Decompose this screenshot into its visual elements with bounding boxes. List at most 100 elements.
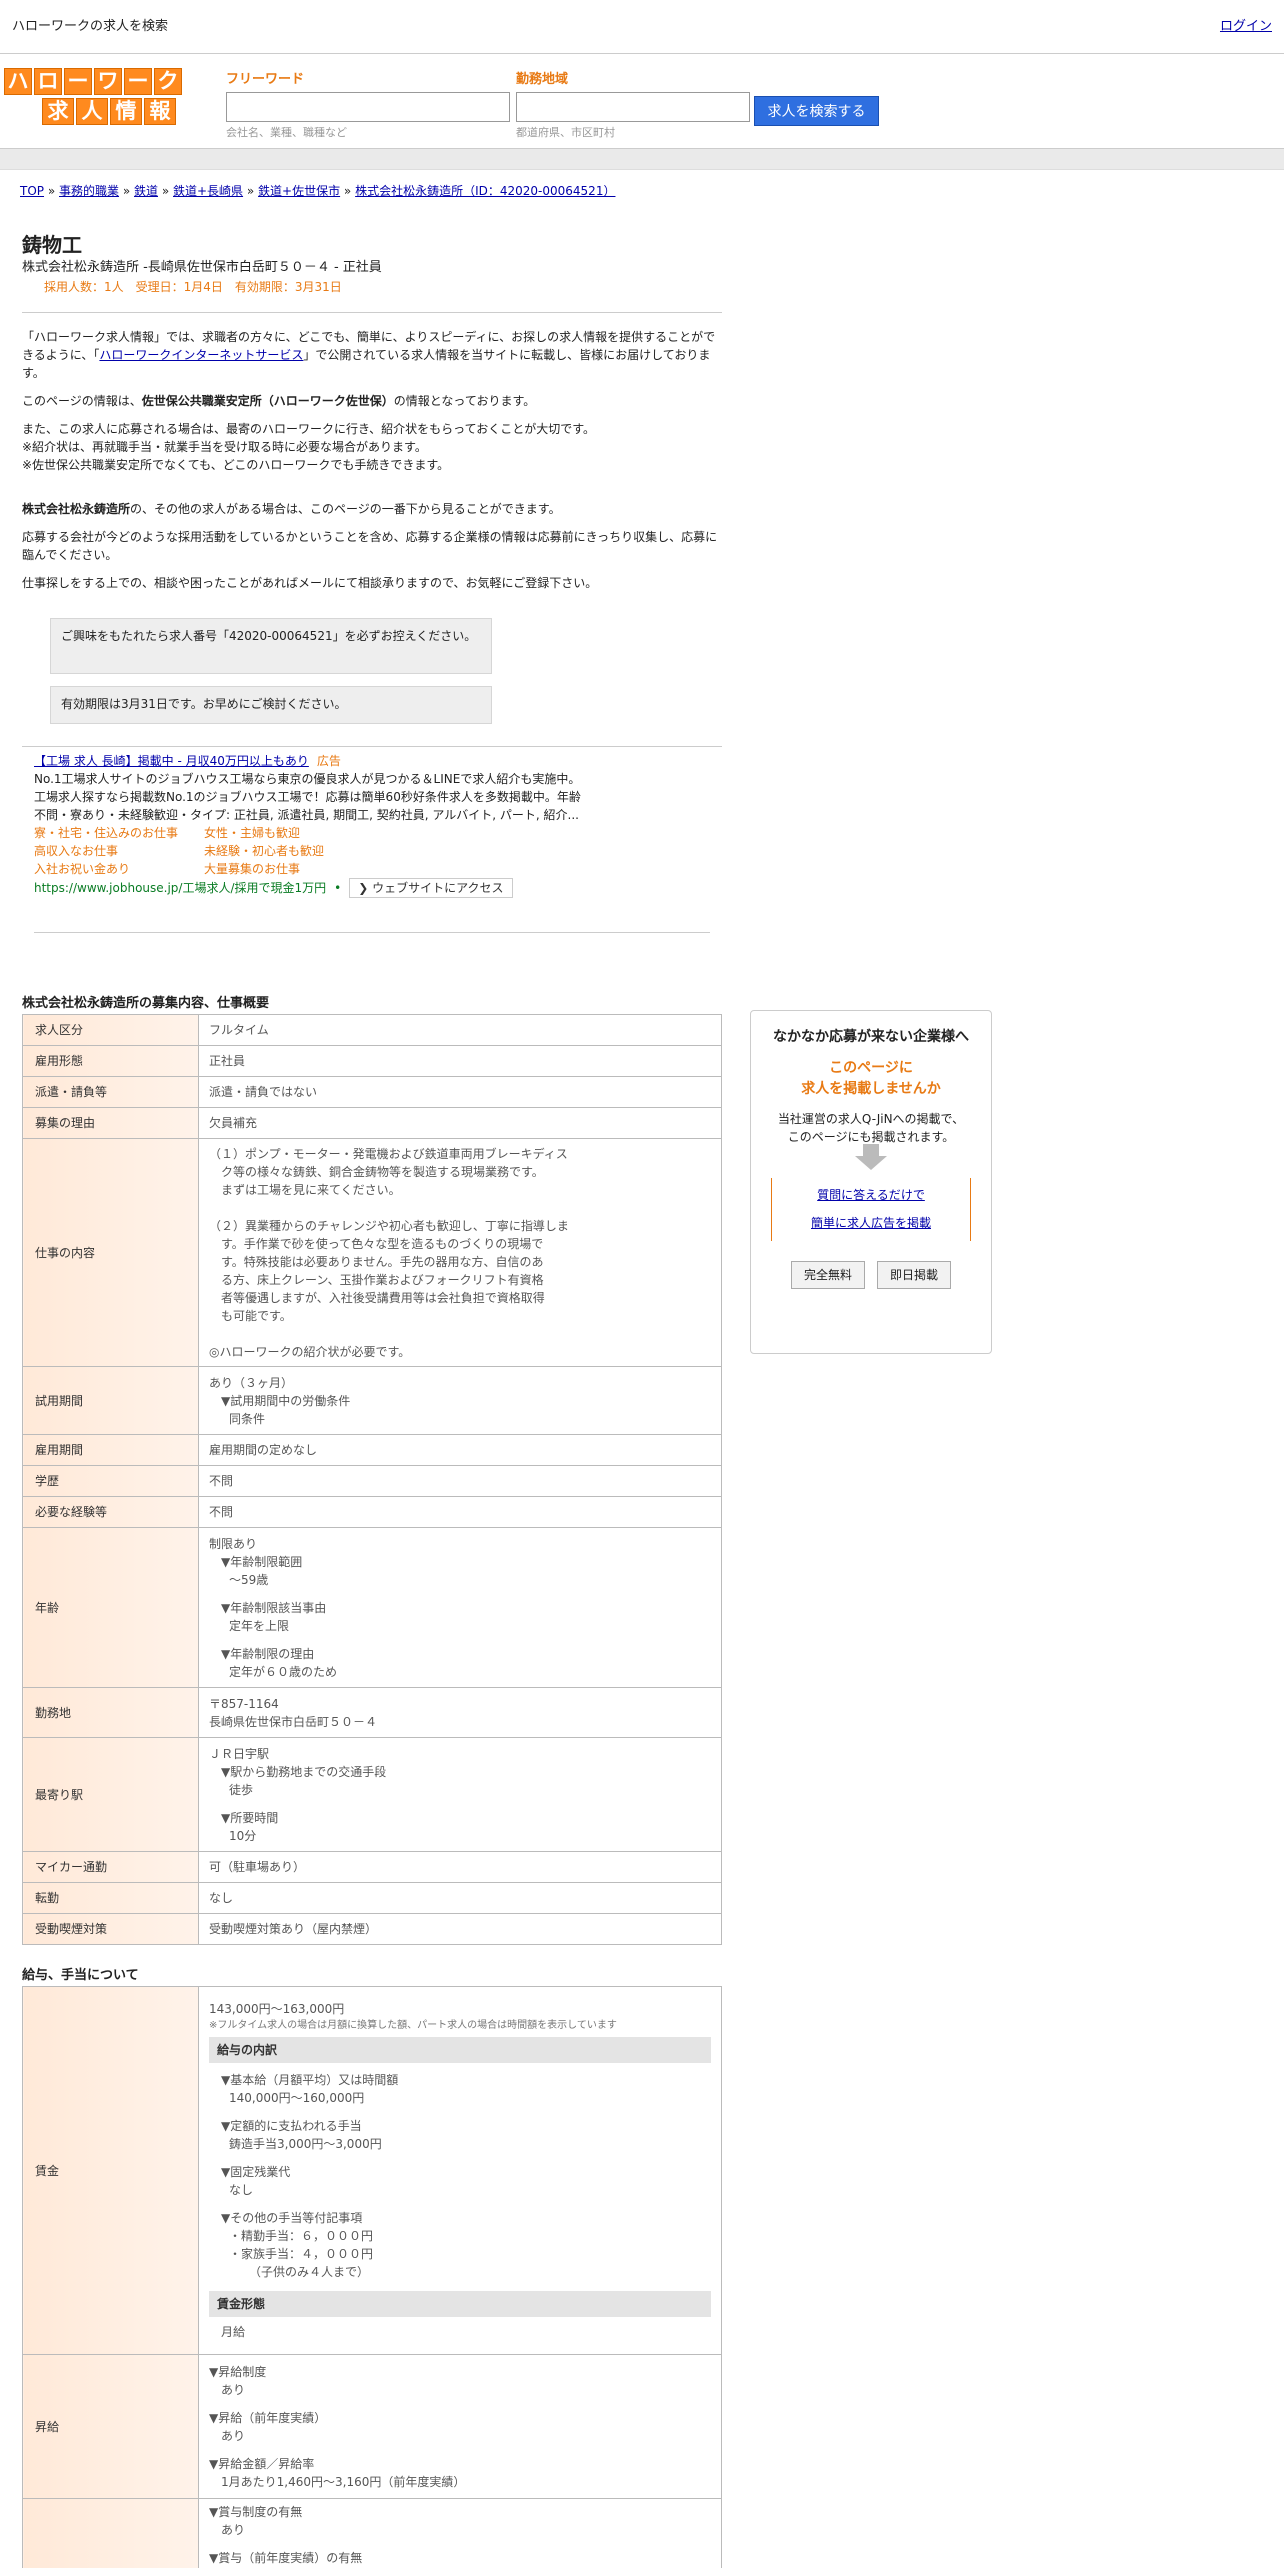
value-line: ▼基本給（月額平均）又は時間額 <box>221 2073 399 2087</box>
row-value: 不問 <box>198 1465 722 1497</box>
table-row: 学歴 不問 <box>22 1465 722 1497</box>
row-key: マイカー通勤 <box>22 1851 199 1883</box>
table-row: 賃金 143,000円〜163,000円 ※フルタイム求人の場合は月額に換算した… <box>22 1986 722 2355</box>
logo-char: 人 <box>76 98 108 125</box>
value-line: ▼賞与（前年度実績）の有無 <box>209 2551 363 2565</box>
site-title: ハローワークの求人を検索 <box>12 18 169 34</box>
value-line: 〒857-1164 <box>209 1696 279 1711</box>
row-value: あり（３ヶ月） ▼試用期間中の労働条件 同条件 <box>198 1366 722 1435</box>
ad-sitelink[interactable]: 入社お祝い金あり <box>34 860 204 878</box>
referral-note-3: ※佐世保公共職業安定所でなくても、どこのハローワークでも手続きできます。 <box>22 458 450 472</box>
table-row: 勤務地 〒857-1164 長崎県佐世保市白岳町５０－４ <box>22 1687 722 1738</box>
row-value: 派遣・請負ではない <box>198 1076 722 1108</box>
value-line: ▼その他の手当等付記事項 <box>221 2211 363 2225</box>
table-row: 仕事の内容 （１）ポンプ・モーター・発電機および鉄道車両用ブレーキディス ク等の… <box>22 1138 722 1367</box>
search-button[interactable]: 求人を検索する <box>754 96 879 126</box>
free-badge[interactable]: 完全無料 <box>790 1261 865 1290</box>
same-day-badge[interactable]: 即日掲載 <box>877 1261 952 1290</box>
value-line: ▼年齢制限該当事由 <box>221 1600 327 1615</box>
promo-link[interactable]: 質問に答えるだけで <box>817 1188 925 1202</box>
ad-line: 不問・寮あり・未経験歓迎・タイプ: 正社員, 派遣社員, 期間工, 契約社員, … <box>34 808 579 822</box>
hellowork-internet-link[interactable]: ハローワークインターネットサービス <box>99 348 303 362</box>
arrow-down-icon <box>855 1144 887 1170</box>
wage-amount: 143,000円〜163,000円 <box>209 2002 345 2016</box>
row-value: ▼昇給制度 あり ▼昇給（前年度実績） あり ▼昇給金額／昇給率 1月あたり1,… <box>198 2354 722 2499</box>
ad-sitelink[interactable]: 寮・社宅・住込みのお仕事 <box>34 824 204 842</box>
value-line: ▼年齢制限範囲 <box>221 1554 303 1569</box>
visit-website-button[interactable]: ❯ ウェブサイトにアクセス <box>349 878 513 898</box>
promo-link[interactable]: 簡単に求人広告を掲載 <box>811 1216 931 1230</box>
row-value: 制限あり ▼年齢制限範囲 〜59歳 ▼年齢制限該当事由 定年を上限 ▼年齢制限の… <box>198 1527 722 1688</box>
free-word-input[interactable] <box>226 92 510 122</box>
ad-sitelink[interactable]: 未経験・初心者も歓迎 <box>204 842 404 860</box>
row-key <box>22 2498 199 2568</box>
row-key: 雇用形態 <box>22 1045 199 1077</box>
row-value: 欠員補充 <box>198 1107 722 1139</box>
free-word-group: フリーワード 会社名、業種、職種など <box>226 70 510 142</box>
ad-url[interactable]: https://www.jobhouse.jp/工場求人/採用で現金1万円 <box>34 879 326 897</box>
row-key: 求人区分 <box>22 1014 199 1046</box>
logo-char: ロ <box>34 68 62 95</box>
value-line: あり <box>221 2523 246 2537</box>
value-line: 〜59歳 <box>229 1572 269 1587</box>
area-input[interactable] <box>516 92 750 122</box>
table-row: ▼賞与制度の有無 あり ▼賞与（前年度実績）の有無 <box>22 2498 722 2568</box>
value-line: 長崎県佐世保市白岳町５０－４ <box>209 1714 378 1729</box>
divider <box>22 312 722 313</box>
value-line: ▼所要時間 <box>221 1810 279 1825</box>
breadcrumb-item[interactable]: TOP <box>20 184 44 198</box>
pay-table: 賃金 143,000円〜163,000円 ※フルタイム求人の場合は月額に換算した… <box>22 1986 722 2568</box>
table-row: 転勤 なし <box>22 1882 722 1914</box>
promo-desc: 当社運営の求人Q-JiNへの掲載で、 このページにも掲載されます。 <box>751 1110 991 1146</box>
row-key: 派遣・請負等 <box>22 1076 199 1108</box>
breadcrumb-sep: » <box>340 184 356 198</box>
value-line: 10分 <box>229 1828 257 1843</box>
area-hint: 都道府県、市区町村 <box>516 126 615 139</box>
job-subtitle: 株式会社松永鋳造所 -長崎県佐世保市白岳町５０－４ - 正社員 <box>22 260 382 275</box>
row-key: 年齢 <box>22 1527 199 1688</box>
row-key: 雇用期間 <box>22 1434 199 1466</box>
logo-char: ワ <box>94 68 122 95</box>
job-detail-table: 求人区分 フルタイム 雇用形態 正社員 派遣・請負等 派遣・請負ではない 募集の理由欠… <box>22 1014 722 1945</box>
job-desc-line: ◎ハローワークの紹介状が必要です。 <box>209 1344 411 1359</box>
row-value: ▼賞与制度の有無 あり ▼賞与（前年度実績）の有無 <box>198 2498 722 2568</box>
row-key: 昇給 <box>22 2354 199 2499</box>
intro-text-lower: 株式会社松永鋳造所の、その他の求人がある場合は、このページの一番下から見ることが… <box>22 500 722 602</box>
row-key: 受動喫煙対策 <box>22 1913 199 1945</box>
value-line: ▼昇給制度 <box>209 2364 267 2379</box>
advice-text: 応募する会社が今どのような採用活動をしているかということを含め、応募する企業様の… <box>22 530 718 562</box>
row-key: 募集の理由 <box>22 1107 199 1139</box>
advertise-promo-box: なかなか応募が来ない企業様へ このページに 求人を掲載しませんか 当社運営の求人Q… <box>750 1010 992 1354</box>
ad-sitelink[interactable]: 高収入なお仕事 <box>34 842 204 860</box>
ad-sitelink[interactable]: 大量募集のお仕事 <box>204 860 404 878</box>
hellowork-logo[interactable]: ハ ロ ー ワ ー ク 求 人 情 報 <box>4 68 182 126</box>
row-value: なし <box>198 1882 722 1914</box>
divider <box>22 746 722 747</box>
breadcrumb-item[interactable]: 事務的職業 <box>59 184 119 198</box>
breadcrumb-item[interactable]: 鉄道 <box>134 184 158 198</box>
ad-sitelink[interactable]: 女性・主婦も歓迎 <box>204 824 404 842</box>
table-row: 雇用期間 雇用期間の定めなし <box>22 1434 722 1466</box>
row-value: ＪＲ日宇駅 ▼駅から勤務地までの交通手段 徒歩 ▼所要時間 10分 <box>198 1737 722 1852</box>
row-value: 不問 <box>198 1496 722 1528</box>
table-row: 雇用形態 正社員 <box>22 1045 722 1077</box>
ad-title-link[interactable]: 【工場 求人 長崎】掲載中 - 月収40万円以上もあり <box>34 754 309 768</box>
value-line: 1月あたり1,460円〜3,160円（前年度実績） <box>221 2474 466 2489</box>
table-row: 募集の理由 欠員補充 <box>22 1107 722 1139</box>
value-line: ▼昇給金額／昇給率 <box>209 2456 315 2471</box>
row-value: フルタイム <box>198 1014 722 1046</box>
breadcrumb-item[interactable]: 鉄道+佐世保市 <box>258 184 340 198</box>
logo-char: 求 <box>42 98 74 125</box>
logo-char: ー <box>124 68 152 95</box>
login-link[interactable]: ログイン <box>1220 17 1272 37</box>
office-text-2: の情報となっております。 <box>393 394 536 408</box>
row-value: 可（駐車場あり） <box>198 1851 722 1883</box>
logo-char: ー <box>64 68 92 95</box>
promo-offer-line: 求人を掲載しませんか <box>801 1081 941 1097</box>
breadcrumb-item[interactable]: 株式会社松永鋳造所（ID：42020-00064521） <box>355 184 615 198</box>
row-key: 仕事の内容 <box>22 1138 199 1367</box>
breadcrumb-item[interactable]: 鉄道+長崎県 <box>173 184 243 198</box>
logo-char: 情 <box>110 98 142 125</box>
table-row: マイカー通勤 可（駐車場あり） <box>22 1851 722 1883</box>
area-group: 勤務地域 都道府県、市区町村 <box>516 70 750 142</box>
